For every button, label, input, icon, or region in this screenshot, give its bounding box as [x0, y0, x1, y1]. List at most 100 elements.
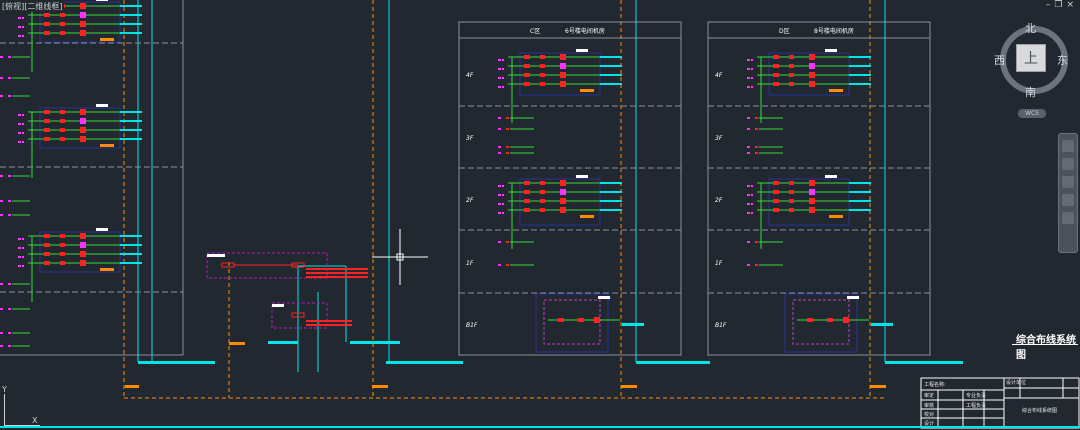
feeder-bar	[120, 111, 142, 113]
outlet-icon	[755, 241, 758, 243]
outlet-icon	[755, 128, 758, 130]
outlet-icon	[498, 128, 501, 130]
equipment-tag	[825, 49, 837, 52]
orange-tag	[580, 89, 594, 92]
title-block-cell: 专业负责	[966, 393, 987, 399]
outlet-icon	[0, 332, 3, 334]
outlet-icon	[0, 95, 3, 97]
close-icon[interactable]: ×	[1066, 0, 1074, 10]
outlet-icon	[498, 194, 501, 196]
compass-east[interactable]: 东	[1057, 52, 1068, 68]
outlet-icon	[751, 185, 753, 187]
outlet-icon	[8, 175, 11, 177]
floor-label: 3F	[715, 135, 723, 142]
equipment-tag	[598, 296, 610, 299]
compass-south[interactable]: 南	[1025, 84, 1036, 100]
outlet-icon	[18, 141, 21, 143]
switch-icon	[540, 208, 545, 212]
terminal-icon	[80, 3, 86, 9]
outlet-icon	[22, 17, 24, 19]
floor-label: 1F	[715, 260, 723, 267]
switch-icon	[540, 190, 545, 194]
terminal-icon	[560, 189, 566, 195]
outlet-icon	[506, 117, 509, 119]
orbit-icon[interactable]	[1062, 194, 1074, 206]
outlet-icon	[8, 308, 11, 310]
feeder-bar	[120, 235, 142, 237]
feeder-bar	[120, 138, 142, 140]
feeder-bar	[120, 244, 142, 246]
feeder-bar	[120, 253, 142, 255]
pan-icon[interactable]	[1062, 158, 1074, 170]
switch-icon	[789, 208, 794, 212]
outlet-icon	[8, 345, 11, 347]
minimize-icon[interactable]: –	[1046, 0, 1051, 10]
outlet-icon	[22, 265, 24, 267]
patch-panel-icon	[44, 110, 50, 114]
title-block-cell: 校对	[924, 412, 935, 418]
compass-north[interactable]: 北	[1025, 20, 1036, 36]
patch-panel-icon	[44, 22, 50, 26]
nav-wheel-icon[interactable]	[1062, 140, 1074, 152]
floor-separators	[0, 42, 930, 294]
section-name-c: 6号楼电间机房	[565, 27, 605, 35]
wcs-menu-button[interactable]: WCS	[1018, 109, 1046, 118]
outlet-icon	[747, 241, 750, 243]
outlet-icon	[747, 146, 750, 148]
restore-icon[interactable]: ❐	[1054, 0, 1062, 10]
navigation-bar[interactable]	[1058, 133, 1078, 253]
cube-face-top[interactable]: 上	[1016, 44, 1046, 72]
outlet-icon	[502, 185, 504, 187]
drawing-title: 综合布线系统图	[1016, 335, 1076, 361]
terminal-icon	[80, 251, 86, 257]
zoom-icon[interactable]	[1062, 176, 1074, 188]
terminal-icon	[560, 180, 566, 186]
terminal-icon	[809, 63, 815, 69]
viewport-label[interactable]: [俯视][二维线框]	[0, 1, 65, 12]
outlet-icon	[747, 68, 750, 70]
feeder-bar	[849, 200, 871, 202]
terminal-icon	[560, 198, 566, 204]
switch-icon	[789, 181, 794, 185]
section-name-d: 8号楼电间机房	[814, 27, 854, 35]
outlet-icon	[22, 238, 24, 240]
switch-icon	[540, 73, 545, 77]
terminal-icon	[594, 317, 600, 323]
patch-panel-icon	[44, 252, 50, 256]
terminal-icon	[80, 109, 86, 115]
switch-icon	[60, 261, 65, 265]
patch-panel-icon	[524, 82, 530, 86]
outlet-icon	[498, 264, 501, 266]
ucs-y-label: Y	[2, 385, 7, 394]
patch-panel-icon	[773, 199, 779, 203]
floor-label: 3F	[466, 135, 474, 142]
title-block-cell: 设计	[924, 421, 935, 427]
drawing-canvas[interactable]: C区 6号楼电间机房 D区 8号楼电间机房 4F 3F 2F 1F B1F 4F…	[0, 0, 1080, 430]
outlet-icon	[747, 264, 750, 266]
patch-panel-icon	[773, 82, 779, 86]
outlet-icon	[8, 283, 11, 285]
outlet-icon	[502, 194, 504, 196]
outlet-icon	[18, 238, 21, 240]
outlet-icon	[747, 212, 750, 214]
equipment-groups	[0, 0, 893, 353]
outlet-icon	[751, 86, 753, 88]
outlet-icon	[498, 117, 501, 119]
outlet-icon	[18, 114, 21, 116]
patch-panel-icon	[524, 181, 530, 185]
switch-icon	[789, 199, 794, 203]
crosshair-cursor	[372, 229, 428, 285]
outlet-icon	[8, 332, 11, 334]
view-cube[interactable]: 上 北 南 东 西	[994, 20, 1068, 99]
floor-label: B1F	[715, 322, 727, 329]
switch-icon	[827, 318, 833, 322]
section-zone-c: C区	[530, 28, 540, 35]
compass-west[interactable]: 西	[994, 52, 1005, 68]
cad-viewport[interactable]: C区 6号楼电间机房 D区 8号楼电间机房 4F 3F 2F 1F B1F 4F…	[0, 0, 1080, 430]
showmotion-icon[interactable]	[1062, 212, 1074, 224]
patch-panel-icon	[773, 208, 779, 212]
outlet-icon	[747, 194, 750, 196]
patch-panel-icon	[773, 181, 779, 185]
switch-icon	[789, 82, 794, 86]
switch-icon	[60, 119, 65, 123]
